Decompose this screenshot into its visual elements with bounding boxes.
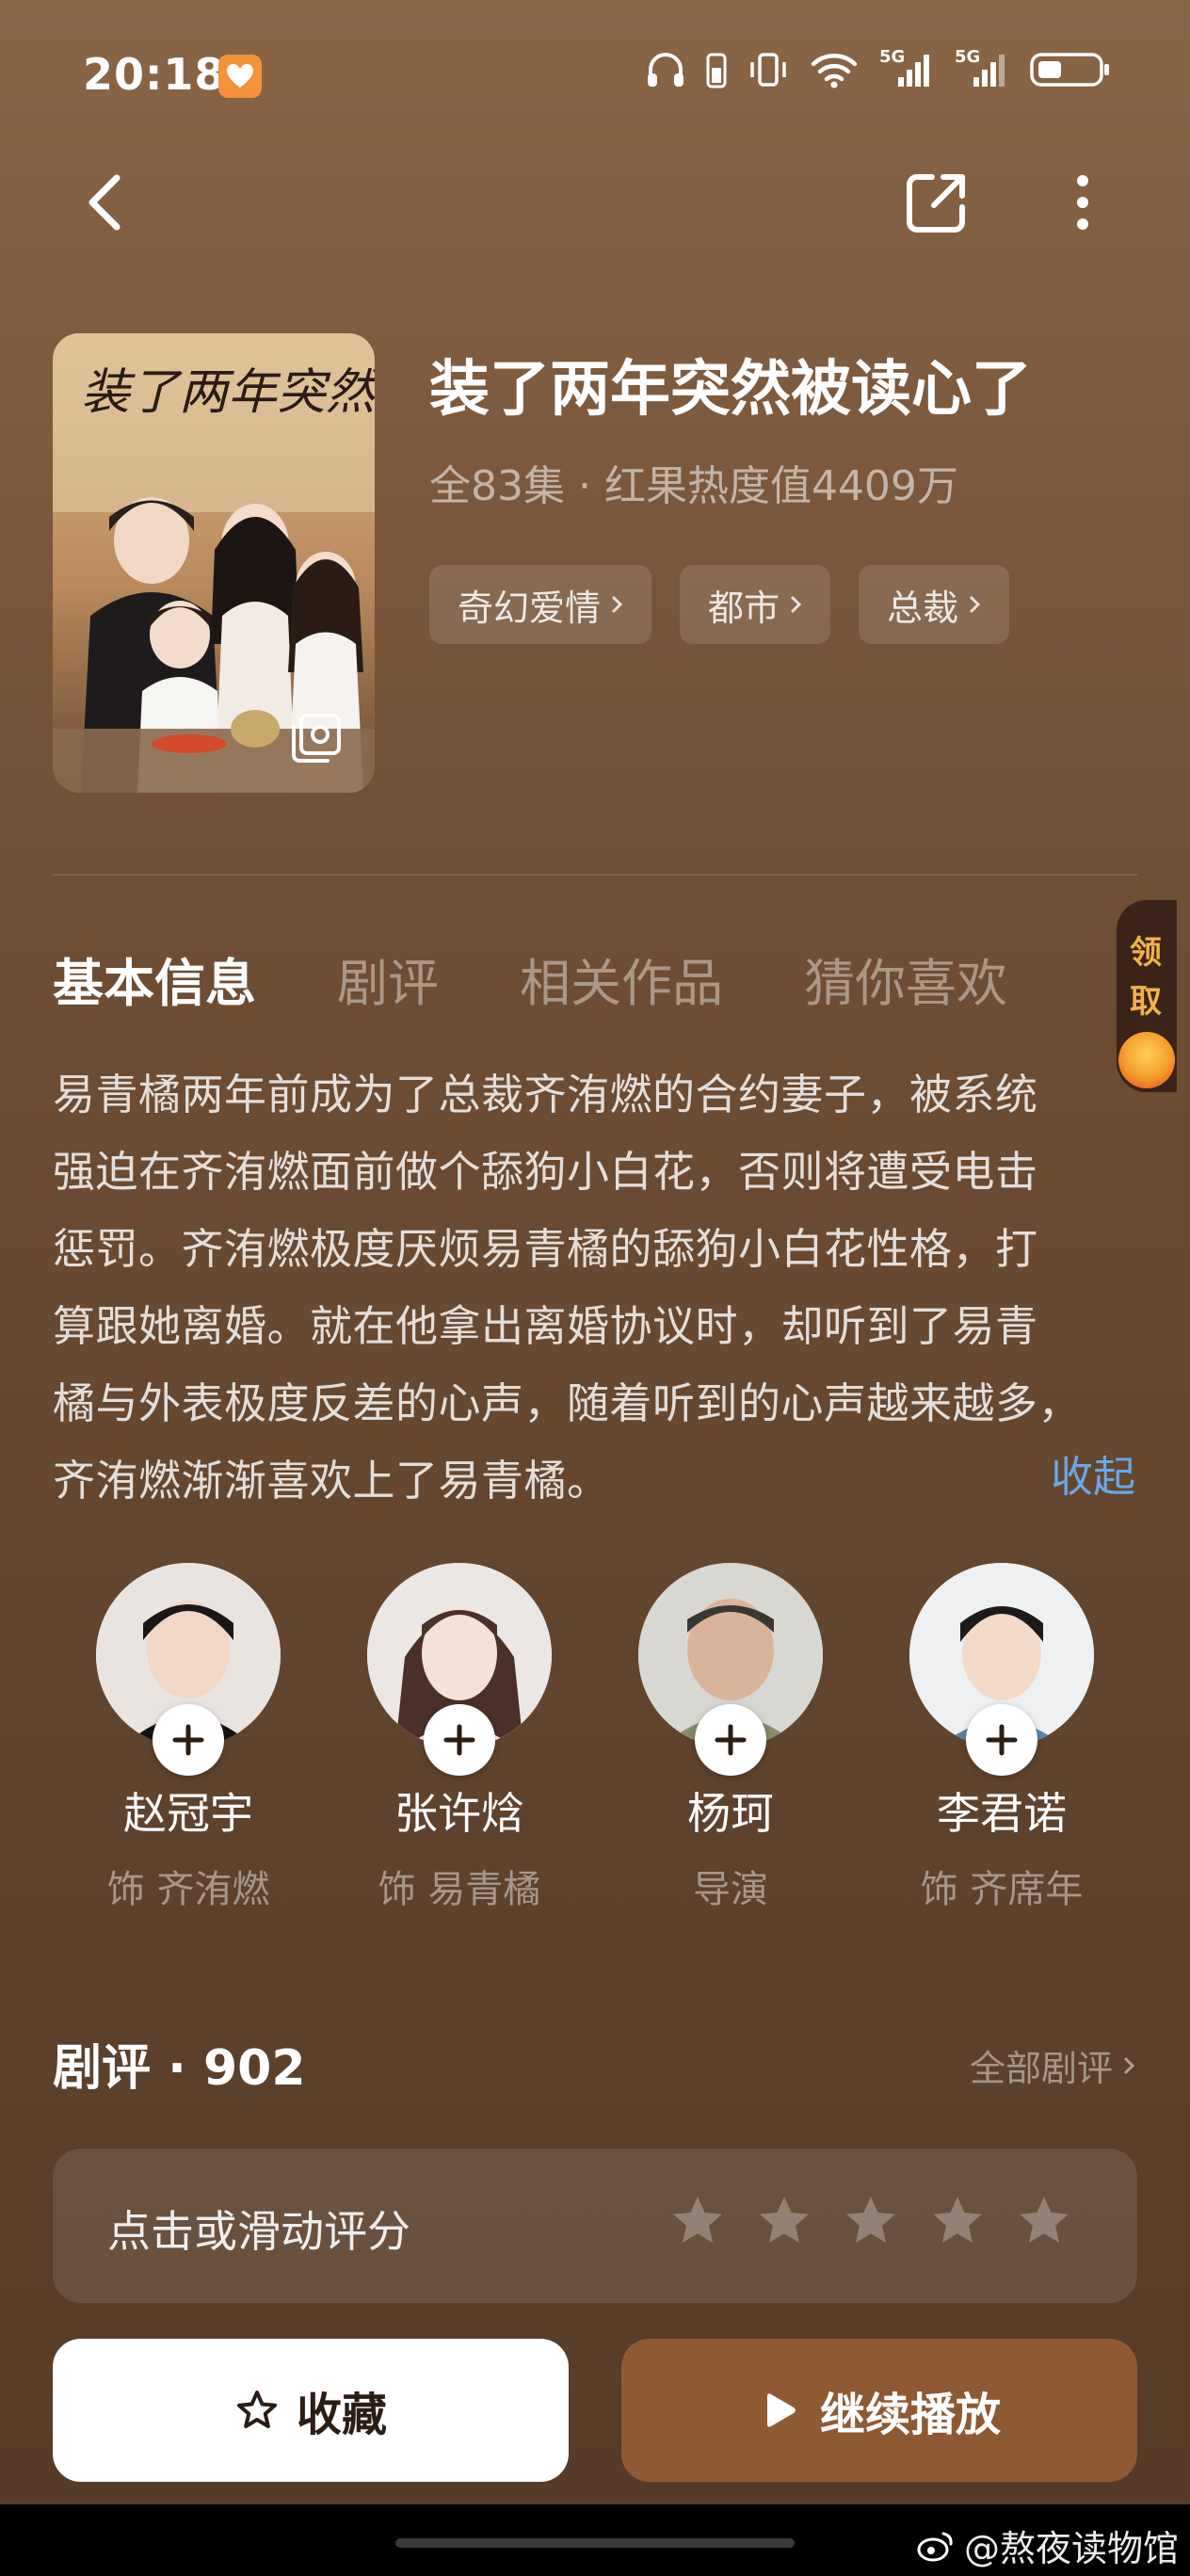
follow-button[interactable] — [153, 1704, 224, 1776]
cast-name: 赵冠宇 — [123, 1788, 253, 1839]
detail-tabs: 基本信息 剧评 相关作品 猜你喜欢 — [53, 942, 1007, 1016]
tag-label: 奇幻爱情 — [458, 587, 602, 629]
all-reviews-label: 全部剧评 — [969, 2048, 1113, 2089]
rating-prompt: 点击或滑动评分 — [107, 2206, 410, 2257]
cast-name: 李君诺 — [937, 1788, 1067, 1839]
cast-role: 饰 齐席年 — [920, 1868, 1084, 1911]
battery-icon — [1030, 53, 1109, 87]
tag-label: 都市 — [708, 587, 780, 629]
follow-button[interactable] — [966, 1704, 1037, 1776]
star-icon[interactable] — [1015, 2192, 1073, 2250]
tag-fantasy-romance[interactable]: 奇幻爱情 — [429, 565, 652, 644]
plus-icon — [715, 1724, 747, 1756]
synopsis-line: 强迫在齐洧燃面前做个舔狗小白花，否则将遭受电击 — [53, 1147, 1038, 1197]
show-title: 装了两年突然被读心了 — [429, 355, 1032, 425]
more-vertical-icon — [1077, 175, 1088, 230]
earbud-battery-icon — [706, 53, 727, 89]
cast-member[interactable]: 李君诺 饰 齐席年 — [866, 1563, 1137, 1913]
show-meta: 全83集 · 红果热度值4409万 — [429, 462, 958, 510]
home-indicator[interactable] — [395, 2538, 795, 2548]
weibo-icon — [917, 2532, 953, 2561]
cast-role: 饰 易青橘 — [378, 1868, 541, 1911]
chevron-left-icon — [88, 174, 121, 231]
plus-icon — [986, 1724, 1018, 1756]
tab-reviews[interactable]: 剧评 — [337, 942, 439, 1016]
synopsis-line: 易青橘两年前成为了总裁齐洧燃的合约妻子，被系统 — [53, 1070, 1038, 1119]
follow-button[interactable] — [695, 1704, 766, 1776]
chevron-right-icon — [1123, 2056, 1135, 2074]
star-icon[interactable] — [842, 2192, 900, 2250]
gallery-icon[interactable] — [288, 710, 345, 766]
plus-icon — [443, 1724, 475, 1756]
synopsis-line: 惩罚。齐洧燃极度厌烦易青橘的舔狗小白花性格，打 — [53, 1224, 1038, 1274]
chevron-right-icon — [790, 595, 802, 614]
cast-list: 赵冠宇 饰 齐洧燃 张许焓 饰 易青橘 杨珂 导演 李君诺 饰 齐席年 — [53, 1563, 1137, 1913]
synopsis-line: 橘与外表极度反差的心声，随着听到的心声越来越多， — [53, 1378, 1082, 1428]
vibrate-icon — [750, 53, 786, 87]
app-notification-icon — [218, 55, 262, 98]
poster-title-art: 装了两年突然被读心了 — [81, 364, 375, 421]
share-icon — [907, 174, 965, 233]
synopsis: 易青橘两年前成为了总裁齐洧燃的合约妻子，被系统 强迫在齐洧燃面前做个舔狗小白花，… — [53, 1056, 1137, 1520]
wifi-icon — [811, 54, 858, 89]
rating-box[interactable]: 点击或滑动评分 — [53, 2149, 1137, 2303]
plus-icon — [172, 1724, 204, 1756]
watermark: @熬夜读物馆 — [917, 2520, 1179, 2571]
divider — [53, 874, 1137, 876]
continue-play-button[interactable]: 继续播放 — [621, 2339, 1137, 2482]
favorite-label: 收藏 — [296, 2389, 387, 2441]
claim-label: 领 取 — [1130, 934, 1164, 1021]
collapse-synopsis-link[interactable]: 收起 — [1051, 1442, 1135, 1504]
star-outline-icon — [236, 2391, 277, 2428]
play-icon — [766, 2393, 796, 2427]
cast-name: 张许焓 — [394, 1788, 524, 1839]
tag-ceo[interactable]: 总裁 — [859, 565, 1010, 644]
star-icon[interactable] — [668, 2192, 727, 2250]
genre-tags: 奇幻爱情 都市 总裁 — [429, 565, 1010, 644]
tag-urban[interactable]: 都市 — [680, 565, 831, 644]
status-time: 20:18 — [83, 49, 226, 100]
synopsis-line: 算跟她离婚。就在他拿出离婚协议时，却听到了易青 — [53, 1301, 1038, 1351]
cast-role: 导演 — [693, 1868, 768, 1911]
chevron-right-icon — [969, 595, 981, 614]
cast-member[interactable]: 杨珂 导演 — [595, 1563, 866, 1913]
tab-recommendations[interactable]: 猜你喜欢 — [804, 942, 1007, 1016]
tab-basic-info[interactable]: 基本信息 — [53, 942, 256, 1016]
cast-member[interactable]: 张许焓 饰 易青橘 — [324, 1563, 595, 1913]
tag-label: 总裁 — [887, 587, 959, 629]
cast-role: 饰 齐洧燃 — [106, 1868, 270, 1911]
follow-button[interactable] — [424, 1704, 495, 1776]
cast-name: 杨珂 — [687, 1788, 774, 1839]
more-options-button[interactable] — [1054, 169, 1111, 235]
cast-member[interactable]: 赵冠宇 饰 齐洧燃 — [53, 1563, 324, 1913]
all-reviews-link[interactable]: 全部剧评 — [970, 2039, 1135, 2091]
chevron-right-icon — [611, 595, 623, 614]
continue-play-label: 继续播放 — [819, 2389, 1001, 2441]
back-button[interactable] — [75, 165, 141, 240]
star-icon[interactable] — [755, 2192, 813, 2250]
signal-2-icon: 5G — [955, 47, 1009, 89]
synopsis-line: 齐洧燃渐渐喜欢上了易青橘。 — [53, 1456, 610, 1505]
share-button[interactable] — [904, 169, 970, 235]
rating-stars[interactable] — [668, 2192, 1073, 2250]
status-icons: 5G 5G — [646, 47, 1111, 89]
tab-related-works[interactable]: 相关作品 — [520, 942, 723, 1016]
signal-1-icon: 5G — [879, 47, 934, 89]
headphones-icon — [648, 53, 683, 87]
favorite-button[interactable]: 收藏 — [53, 2339, 569, 2482]
reviews-title: 剧评 · 902 — [53, 2040, 306, 2097]
star-icon[interactable] — [928, 2192, 987, 2250]
watermark-text: @熬夜读物馆 — [963, 2528, 1179, 2569]
